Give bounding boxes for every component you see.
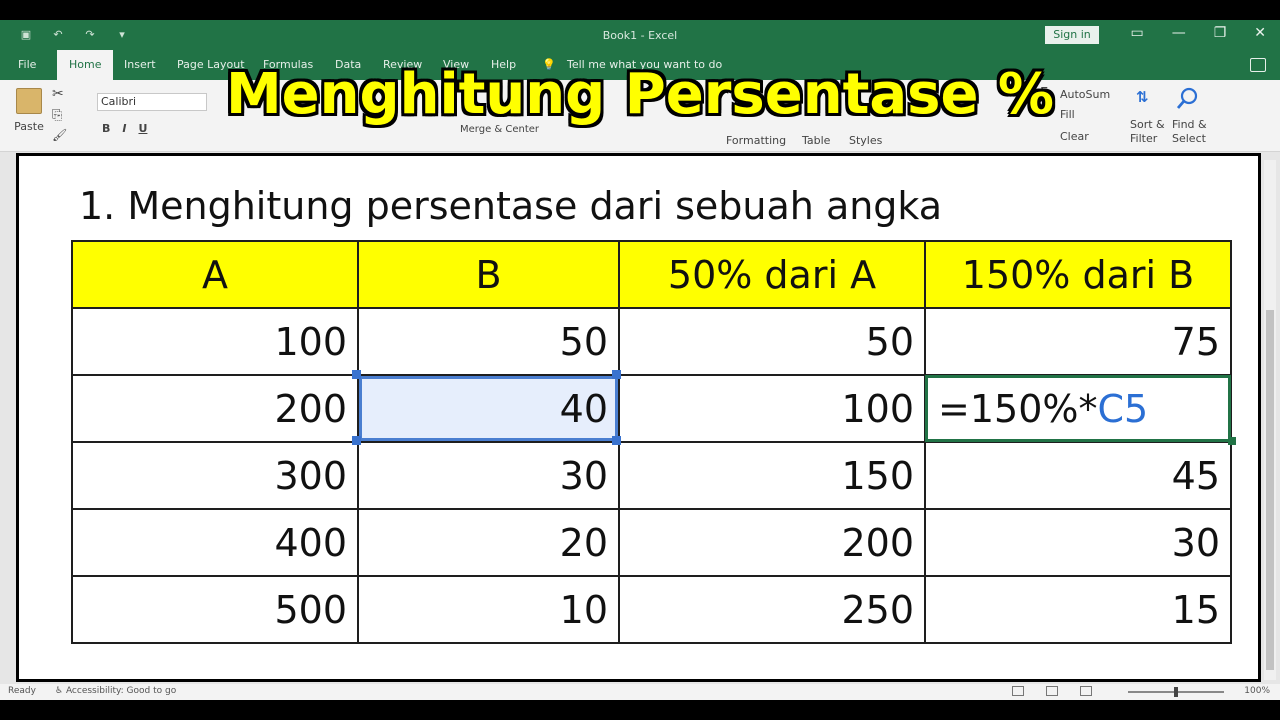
scrollbar-thumb[interactable] — [1266, 310, 1274, 670]
clear-button[interactable]: Clear — [1060, 130, 1089, 143]
table-cell[interactable]: 45 — [924, 441, 1232, 510]
table-header-row: A B 50% dari A 150% dari B — [71, 240, 1232, 309]
table-row: 300 30 150 45 — [71, 441, 1232, 510]
table-cell[interactable]: 100 — [71, 307, 359, 376]
status-ready: Ready — [8, 686, 36, 696]
table-row: 400 20 200 30 — [71, 508, 1232, 577]
selection-handle[interactable] — [352, 436, 361, 445]
table-cell[interactable]: 50 — [357, 307, 620, 376]
table-cell[interactable]: 50 — [618, 307, 926, 376]
formula-reference: C5 — [1097, 386, 1149, 431]
selection-handle[interactable] — [352, 370, 361, 379]
table-cell[interactable]: 10 — [357, 575, 620, 644]
selection-handle[interactable] — [612, 436, 621, 445]
table-cell[interactable]: 30 — [357, 441, 620, 510]
fill-handle[interactable] — [1228, 437, 1236, 445]
ribbon-display-options-icon[interactable]: ▭ — [1130, 25, 1143, 41]
accessibility-label: Accessibility: Good to go — [65, 686, 177, 696]
table-row: 500 10 250 15 — [71, 575, 1232, 644]
page-layout-view-icon[interactable] — [1046, 686, 1058, 696]
normal-view-icon[interactable] — [1012, 686, 1024, 696]
table-cell[interactable]: 15 — [924, 575, 1232, 644]
table-cell[interactable]: 200 — [618, 508, 926, 577]
title-bar: ▣ ↶ ↷ ▾ Book1 - Excel Sign in ▭ — ❐ ✕ — [0, 20, 1280, 50]
vertical-scrollbar[interactable] — [1264, 160, 1276, 680]
referenced-cell[interactable]: 40 — [357, 374, 620, 443]
letterbox-bottom — [0, 700, 1280, 720]
header-cell-150-of-b[interactable]: 150% dari B — [924, 240, 1232, 309]
zoom-level[interactable]: 100% — [1244, 686, 1270, 696]
content-panel: 1. Menghitung persentase dari sebuah ang… — [16, 153, 1261, 682]
conditional-formatting-button[interactable]: Formatting — [726, 134, 786, 147]
table-cell[interactable]: 400 — [71, 508, 359, 577]
format-painter-icon[interactable]: 🖌 — [52, 128, 67, 142]
status-bar: Ready ♿ Accessibility: Good to go 100% — [0, 684, 1280, 700]
table-cell[interactable]: 100 — [618, 374, 926, 443]
video-headline: Menghitung Persentase % — [225, 62, 1055, 127]
table-cell[interactable]: 30 — [924, 508, 1232, 577]
table-cell[interactable]: 200 — [71, 374, 359, 443]
minimize-icon[interactable]: — — [1172, 25, 1186, 41]
view-buttons — [1012, 686, 1092, 696]
restore-icon[interactable]: ❐ — [1214, 25, 1227, 41]
sign-in-button[interactable]: Sign in — [1045, 26, 1099, 44]
zoom-slider[interactable] — [1128, 687, 1224, 697]
percentage-table: A B 50% dari A 150% dari B 100 50 50 75 … — [71, 240, 1232, 644]
close-icon[interactable]: ✕ — [1254, 25, 1266, 41]
header-cell-50-of-a[interactable]: 50% dari A — [618, 240, 926, 309]
table-cell[interactable]: 300 — [71, 441, 359, 510]
cell-styles-button[interactable]: Styles — [849, 134, 882, 147]
selection-handle[interactable] — [612, 370, 621, 379]
zoom-slider-knob[interactable] — [1174, 687, 1178, 697]
section-title: 1. Menghitung persentase dari sebuah ang… — [79, 184, 943, 228]
table-cell[interactable]: 20 — [357, 508, 620, 577]
window-controls: ▭ — ❐ ✕ — [1130, 25, 1266, 41]
page-break-view-icon[interactable] — [1080, 686, 1092, 696]
header-cell-a[interactable]: A — [71, 240, 359, 309]
table-cell[interactable]: 150 — [618, 441, 926, 510]
header-cell-b[interactable]: B — [357, 240, 620, 309]
table-cell[interactable]: 75 — [924, 307, 1232, 376]
table-row: 200 40 100 =150%*C5 — [71, 374, 1232, 443]
table-cell[interactable]: 250 — [618, 575, 926, 644]
table-row: 100 50 50 75 — [71, 307, 1232, 376]
active-formula-cell[interactable]: =150%*C5 — [924, 374, 1232, 443]
table-cell[interactable]: 500 — [71, 575, 359, 644]
formula-text: =150%* — [938, 386, 1098, 431]
format-as-table-button[interactable]: Table — [802, 134, 830, 147]
accessibility-status[interactable]: ♿ Accessibility: Good to go — [55, 686, 176, 696]
